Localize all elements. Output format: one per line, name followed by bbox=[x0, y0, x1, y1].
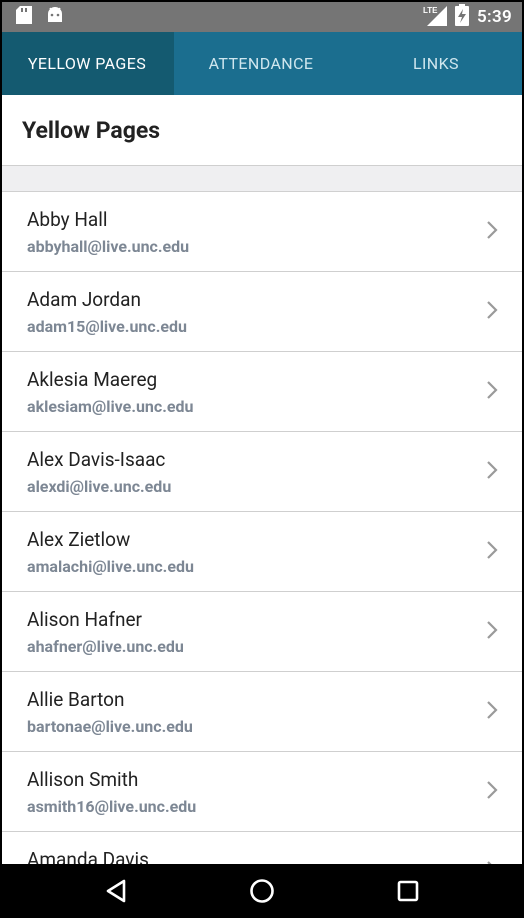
svg-text:LTE: LTE bbox=[423, 6, 438, 15]
contact-row-allison-smith[interactable]: Allison Smith asmith16@live.unc.edu bbox=[0, 752, 524, 832]
contact-email: abbyhall@live.unc.edu bbox=[27, 237, 190, 256]
contact-email: ahafner@live.unc.edu bbox=[27, 637, 184, 656]
lte-signal-icon: LTE bbox=[423, 4, 448, 30]
contact-name: Alison Hafner bbox=[27, 608, 142, 631]
chevron-right-icon bbox=[486, 220, 498, 244]
contact-name: Allison Smith bbox=[27, 768, 139, 791]
contact-row-aklesia-maereg[interactable]: Aklesia Maereg aklesiam@live.unc.edu bbox=[0, 352, 524, 432]
contact-email: amalachi@live.unc.edu bbox=[27, 557, 194, 576]
recents-icon[interactable] bbox=[393, 876, 423, 906]
tab-bar: YELLOW PAGES ATTENDANCE LINKS bbox=[0, 32, 524, 95]
contact-row-allie-barton[interactable]: Allie Barton bartonae@live.unc.edu bbox=[0, 672, 524, 752]
page-header: Yellow Pages bbox=[0, 95, 524, 166]
page-title: Yellow Pages bbox=[22, 117, 161, 144]
chevron-right-icon bbox=[486, 540, 498, 564]
contact-name: Alex Zietlow bbox=[27, 528, 131, 551]
contact-name: Aklesia Maereg bbox=[27, 368, 158, 391]
status-bar: LTE 5:39 bbox=[0, 0, 524, 32]
contact-email: alexdi@live.unc.edu bbox=[27, 477, 172, 496]
system-nav-bar bbox=[0, 864, 524, 918]
tab-links[interactable]: LINKS bbox=[348, 32, 524, 95]
back-icon[interactable] bbox=[102, 876, 132, 906]
contact-row-adam-jordan[interactable]: Adam Jordan adam15@live.unc.edu bbox=[0, 272, 524, 352]
chevron-right-icon bbox=[486, 300, 498, 324]
chevron-right-icon bbox=[486, 780, 498, 804]
contact-row-abby-hall[interactable]: Abby Hall abbyhall@live.unc.edu bbox=[0, 192, 524, 272]
contact-name: Allie Barton bbox=[27, 688, 125, 711]
contact-email: bartonae@live.unc.edu bbox=[27, 717, 193, 736]
contact-name: Abby Hall bbox=[27, 208, 108, 231]
contact-email: asmith16@live.unc.edu bbox=[27, 797, 197, 816]
contact-row-alison-hafner[interactable]: Alison Hafner ahafner@live.unc.edu bbox=[0, 592, 524, 672]
contact-email: adam15@live.unc.edu bbox=[27, 317, 187, 336]
tab-attendance[interactable]: ATTENDANCE bbox=[174, 32, 348, 95]
android-icon bbox=[46, 6, 64, 28]
home-icon[interactable] bbox=[247, 876, 277, 906]
chevron-right-icon bbox=[486, 460, 498, 484]
chevron-right-icon bbox=[486, 700, 498, 724]
battery-charging-icon bbox=[455, 4, 470, 30]
contact-list: Abby Hall abbyhall@live.unc.edu Adam Jor… bbox=[0, 192, 524, 912]
chevron-right-icon bbox=[486, 380, 498, 404]
contact-row-alex-davis-isaac[interactable]: Alex Davis-Isaac alexdi@live.unc.edu bbox=[0, 432, 524, 512]
section-spacer bbox=[0, 166, 524, 192]
contact-name: Adam Jordan bbox=[27, 288, 141, 311]
contact-row-alex-zietlow[interactable]: Alex Zietlow amalachi@live.unc.edu bbox=[0, 512, 524, 592]
status-time: 5:39 bbox=[477, 7, 512, 27]
contact-email: aklesiam@live.unc.edu bbox=[27, 397, 194, 416]
tab-yellow-pages[interactable]: YELLOW PAGES bbox=[0, 32, 174, 95]
chevron-right-icon bbox=[486, 620, 498, 644]
contact-name: Alex Davis-Isaac bbox=[27, 448, 166, 471]
sd-card-icon bbox=[16, 6, 32, 28]
